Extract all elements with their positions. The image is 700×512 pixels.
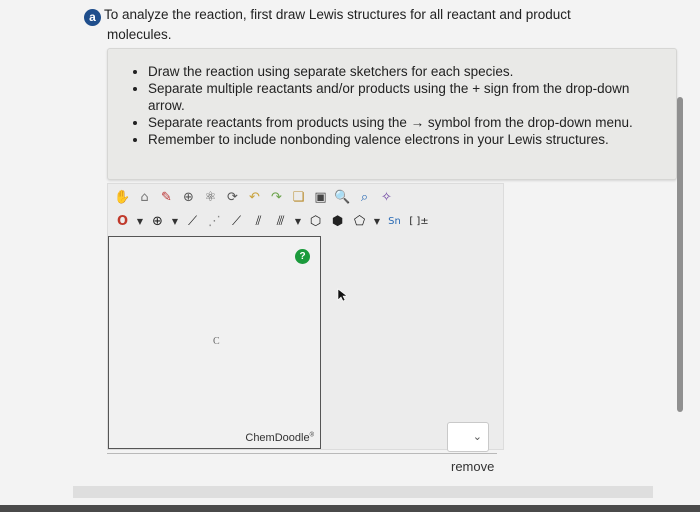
instruction-item: Separate reactants from products using t…: [148, 114, 656, 131]
wedge-bond-icon[interactable]: ⟋: [228, 213, 245, 231]
bond-dropdown-icon[interactable]: ▼: [294, 213, 302, 231]
instructions-box: Draw the reaction using separate sketche…: [107, 48, 677, 180]
triple-bond-icon[interactable]: ⫻: [272, 213, 289, 231]
divider: [107, 453, 497, 454]
pentagon-ring-icon[interactable]: ⬠: [351, 213, 368, 231]
part-badge: a: [84, 9, 101, 26]
sn-tool-button[interactable]: Sn: [386, 213, 403, 231]
chemdoodle-sketcher: ✋ ⌂ ✎ ⊕ ⚛ ⟳ ↶ ↷ ❏ ▣ 🔍 ⌕ ✧ O ▼ ⊕ ▼ ⟋ ⋰ ⟋ …: [107, 183, 504, 450]
hand-icon[interactable]: ✋: [114, 189, 131, 207]
question-line-1: To analyze the reaction, first draw Lewi…: [104, 7, 571, 22]
species-select[interactable]: ⌄: [447, 422, 489, 452]
eraser-icon[interactable]: ⌂: [136, 189, 153, 207]
brand-text: ChemDoodle: [245, 432, 310, 444]
help-icon[interactable]: ?: [295, 249, 310, 264]
paste-icon[interactable]: ▣: [312, 189, 329, 207]
horizontal-scrollbar[interactable]: [73, 486, 653, 498]
zoom-in-icon[interactable]: 🔍: [334, 189, 351, 207]
instruction-item: Separate multiple reactants and/or produ…: [148, 80, 656, 114]
charge-dropdown-icon[interactable]: ▼: [171, 213, 179, 231]
cursor-arrow-icon: [337, 288, 347, 302]
hexagon-ring-icon[interactable]: ⬡: [307, 213, 324, 231]
question-line-2: molecules.: [107, 27, 172, 42]
chemdoodle-brand: ChemDoodle®: [245, 432, 314, 444]
rotate-icon[interactable]: ⟳: [224, 189, 241, 207]
lasso-icon[interactable]: ⊕: [180, 189, 197, 207]
dashed-bond-icon[interactable]: ⋰: [206, 213, 223, 231]
instruction-item: Draw the reaction using separate sketche…: [148, 63, 656, 80]
instruction-item: Remember to include nonbonding valence e…: [148, 131, 656, 148]
sketcher-toolbar-top: ✋ ⌂ ✎ ⊕ ⚛ ⟳ ↶ ↷ ❏ ▣ 🔍 ⌕ ✧: [114, 187, 395, 209]
instructions-list: Draw the reaction using separate sketche…: [108, 49, 676, 148]
chevron-down-icon: ⌄: [472, 431, 482, 443]
ring-template-icon[interactable]: ⚛: [202, 189, 219, 207]
carbon-atom-label[interactable]: C: [213, 336, 220, 347]
ring-dropdown-icon[interactable]: ▼: [373, 213, 381, 231]
copy-icon[interactable]: ❏: [290, 189, 307, 207]
brand-mark: ®: [309, 432, 314, 439]
redo-icon[interactable]: ↷: [268, 189, 285, 207]
sketcher-toolbar-bottom: O ▼ ⊕ ▼ ⟋ ⋰ ⟋ ⫽ ⫻ ▼ ⬡ ⬢ ⬠ ▼ Sn [ ]±: [114, 211, 430, 233]
benzene-ring-icon[interactable]: ⬢: [329, 213, 346, 231]
clean-icon[interactable]: ✧: [378, 189, 395, 207]
vertical-scrollbar[interactable]: [677, 97, 683, 412]
charge-button[interactable]: ⊕: [149, 213, 166, 231]
atom-dropdown-icon[interactable]: ▼: [136, 213, 144, 231]
question-text: a To analyze the reaction, first draw Lew…: [84, 6, 644, 43]
bracket-charge-button[interactable]: [ ]±: [408, 213, 430, 231]
remove-link[interactable]: remove: [451, 459, 494, 474]
undo-icon[interactable]: ↶: [246, 189, 263, 207]
atom-oxygen-button[interactable]: O: [114, 213, 131, 231]
single-bond-icon[interactable]: ⟋: [184, 213, 201, 231]
double-bond-icon[interactable]: ⫽: [250, 213, 267, 231]
drawing-canvas[interactable]: C ChemDoodle®: [108, 236, 321, 449]
bottom-bar: [0, 505, 700, 512]
pencil-icon[interactable]: ✎: [158, 189, 175, 207]
zoom-out-icon[interactable]: ⌕: [356, 189, 373, 207]
